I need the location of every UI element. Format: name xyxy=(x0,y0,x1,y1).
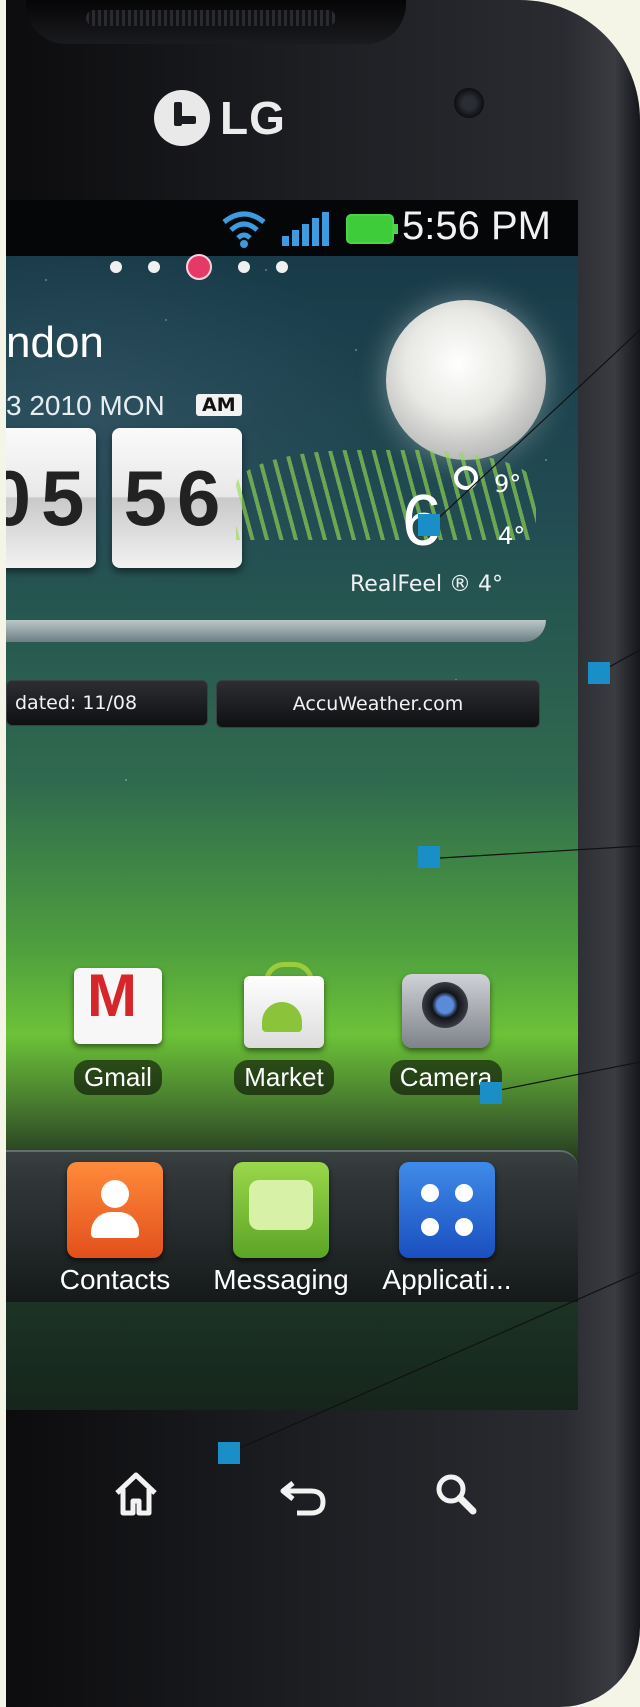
home-button[interactable] xyxy=(96,1454,176,1534)
page-dot[interactable] xyxy=(110,261,122,273)
applications-icon xyxy=(399,1162,495,1258)
brand-logo: LG xyxy=(154,88,286,148)
lg-logo-icon xyxy=(154,90,210,146)
search-button[interactable] xyxy=(416,1454,496,1534)
contacts-icon xyxy=(67,1162,163,1258)
app-label: Market xyxy=(234,1060,334,1095)
callout-marker xyxy=(418,846,440,868)
earpiece-speaker xyxy=(26,0,406,44)
brand-name: LG xyxy=(220,92,286,144)
accuweather-button[interactable]: AccuWeather.com xyxy=(216,680,540,728)
weather-city: ndon xyxy=(6,318,104,367)
signal-strength-icon xyxy=(282,212,329,246)
hardware-navbar xyxy=(6,1440,578,1560)
dock-label: Contacts xyxy=(59,1264,171,1295)
front-camera xyxy=(454,88,484,118)
home-icon xyxy=(115,1472,157,1516)
status-time: 5:56 PM xyxy=(402,204,551,248)
accuweather-label: AccuWeather.com xyxy=(292,693,464,715)
weather-date: 3 2010 MON xyxy=(6,390,165,421)
grass-decoration xyxy=(236,450,536,540)
widget-shelf xyxy=(6,620,546,642)
callout-marker xyxy=(218,1442,240,1464)
temperature-low: 4° xyxy=(498,522,526,550)
clock-hour: 05 xyxy=(6,428,96,568)
ampm-badge: AM xyxy=(196,394,242,416)
status-bar: 5:56 PM xyxy=(6,200,578,256)
app-market[interactable]: Market xyxy=(224,960,344,1095)
gmail-icon: M xyxy=(68,960,168,1050)
battery-icon xyxy=(346,214,398,244)
degree-symbol-icon xyxy=(454,466,478,490)
page-dot[interactable] xyxy=(238,261,250,273)
wifi-icon xyxy=(222,211,266,248)
home-screen: 5:56 PM ndon 3 2010 MON AM 05 56 6 9° 4°… xyxy=(6,200,578,1410)
back-button[interactable] xyxy=(264,1454,344,1534)
app-gmail[interactable]: M Gmail xyxy=(58,960,178,1095)
dock-applications[interactable]: Applicati... xyxy=(372,1162,522,1296)
app-camera[interactable]: Camera xyxy=(386,960,506,1095)
dock-contacts[interactable]: Contacts xyxy=(40,1162,190,1296)
messaging-icon xyxy=(233,1162,329,1258)
dock-label: Messaging xyxy=(213,1264,349,1295)
phone-frame: LG 5:56 PM ndon 3 2010 MON AM 05 56 9° 4… xyxy=(6,0,640,1707)
temperature-high: 9° xyxy=(494,470,522,498)
page-dot[interactable] xyxy=(148,261,160,273)
callout-marker xyxy=(480,1082,502,1104)
page-indicator[interactable] xyxy=(110,254,288,280)
page-dot[interactable] xyxy=(276,261,288,273)
callout-marker xyxy=(418,514,440,536)
back-icon xyxy=(280,1481,326,1516)
page-dot-active[interactable] xyxy=(186,254,212,280)
moon-weather-icon xyxy=(386,300,546,460)
camera-icon xyxy=(396,960,496,1050)
dock-label: Applicati... xyxy=(382,1264,512,1295)
dock-messaging[interactable]: Messaging xyxy=(206,1162,356,1296)
weather-updated-label: dated: 11/08 xyxy=(15,692,138,714)
clock-minute: 56 xyxy=(112,428,242,568)
market-icon xyxy=(234,960,334,1050)
realfeel-temperature: RealFeel ® 4° xyxy=(350,572,504,597)
callout-marker xyxy=(588,662,610,684)
weather-updated-button[interactable]: dated: 11/08 xyxy=(6,680,208,726)
app-label: Gmail xyxy=(74,1060,162,1095)
search-icon xyxy=(436,1474,477,1515)
